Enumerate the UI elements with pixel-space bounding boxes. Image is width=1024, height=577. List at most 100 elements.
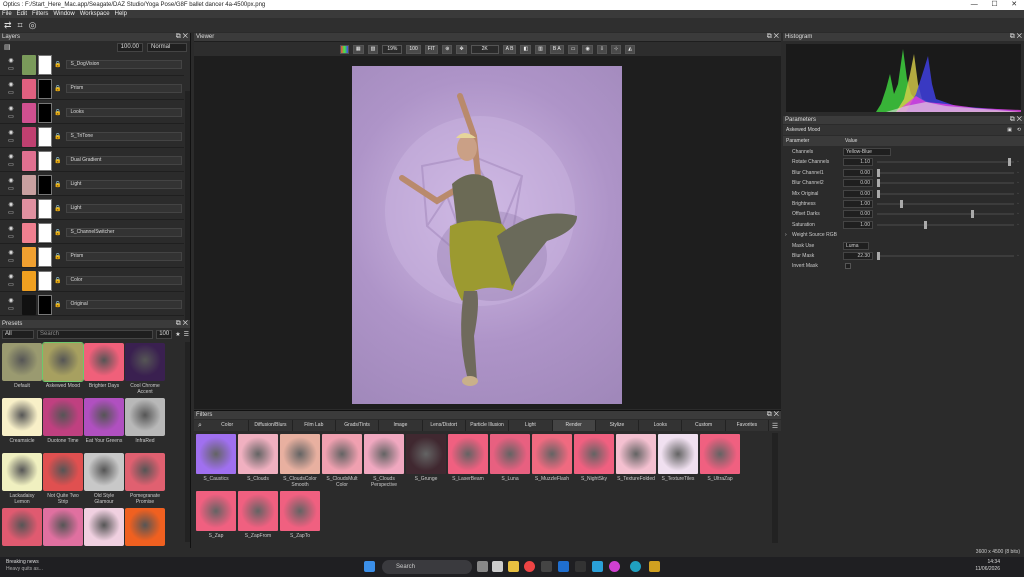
- layer-visibility-icon[interactable]: ◉: [8, 177, 13, 184]
- layer-row[interactable]: ◉ ▭ 🔒 Original: [0, 294, 184, 316]
- layer-mask-thumbnail[interactable]: [38, 222, 52, 243]
- keyframe-icon[interactable]: ◦: [1017, 199, 1019, 209]
- layer-mask-thumbnail[interactable]: [38, 150, 52, 171]
- split-view-icon[interactable]: ▭: [567, 44, 579, 54]
- parameter-slider-track[interactable]: [877, 203, 1014, 205]
- filter-tab[interactable]: Color: [206, 420, 250, 431]
- layer-row[interactable]: ◉ ▭ 🔒 S_ChannelSwitcher: [0, 222, 184, 244]
- filter-item[interactable]: S_Caustics: [196, 434, 236, 484]
- taskbar-search[interactable]: Search: [382, 560, 472, 574]
- news-widget[interactable]: Breaking news Heavy quits as...: [6, 559, 66, 575]
- layer-preview-icon[interactable]: ▭: [8, 113, 14, 120]
- image-canvas[interactable]: [352, 66, 622, 404]
- panel-close-icon[interactable]: ⧉ ✕: [176, 320, 188, 328]
- render-icon[interactable]: ◎: [29, 20, 37, 30]
- opacity-field[interactable]: 100.00: [116, 42, 143, 52]
- menu-window[interactable]: Window: [53, 10, 74, 18]
- blend-mode-select[interactable]: Normal: [147, 42, 187, 52]
- expand-chevron-icon[interactable]: ›: [785, 230, 787, 240]
- parameter-value-field[interactable]: 0.00: [843, 168, 873, 177]
- close-button[interactable]: ✕: [1011, 0, 1017, 10]
- filter-tab[interactable]: Render: [552, 420, 596, 431]
- layer-thumbnail[interactable]: [22, 102, 36, 123]
- compare-icon[interactable]: ▦: [352, 44, 364, 54]
- parameter-slider-handle[interactable]: [877, 168, 880, 177]
- layer-name[interactable]: Original: [66, 300, 182, 309]
- parameter-slider-track[interactable]: [877, 161, 1014, 164]
- filter-tab[interactable]: Diffusion/Blurs: [249, 420, 293, 431]
- layer-name[interactable]: Dual Gradient: [66, 156, 182, 165]
- layer-mask-thumbnail[interactable]: [38, 126, 52, 147]
- filter-tab[interactable]: Light: [509, 420, 553, 431]
- parameter-slider-handle[interactable]: [877, 189, 880, 198]
- parameter-slider-handle[interactable]: [899, 200, 903, 208]
- layer-preview-icon[interactable]: ▭: [8, 305, 14, 312]
- layer-row[interactable]: ◉ ▭ 🔒 S_DogVision: [0, 54, 184, 76]
- zoom-field[interactable]: 19%: [382, 44, 403, 54]
- layer-visibility-icon[interactable]: ◉: [8, 249, 13, 256]
- layer-visibility-icon[interactable]: ◉: [8, 225, 13, 232]
- save-preset-icon[interactable]: ▣: [1007, 125, 1012, 135]
- parameter-value-field[interactable]: 22.30: [843, 252, 873, 260]
- keyframe-icon[interactable]: ◦: [1017, 251, 1019, 261]
- category-select[interactable]: All: [2, 329, 34, 339]
- parameter-slider-handle[interactable]: [923, 220, 927, 229]
- app-icon-1[interactable]: [541, 561, 552, 572]
- parameter-value-field[interactable]: 0.00: [843, 179, 873, 188]
- layer-visibility-icon[interactable]: ◉: [8, 105, 13, 112]
- panel-close-icon[interactable]: ⧉ ✕: [767, 411, 779, 419]
- panel-close-icon[interactable]: ⧉ ✕: [767, 33, 779, 41]
- filter-item[interactable]: S_Clouds: [238, 434, 278, 484]
- layer-name[interactable]: Color: [66, 276, 182, 285]
- parameter-slider-handle[interactable]: [970, 210, 974, 219]
- presets-menu-icon[interactable]: ☰: [184, 331, 189, 338]
- layer-mask-thumbnail[interactable]: [38, 54, 52, 75]
- layer-preview-icon[interactable]: ▭: [8, 161, 14, 168]
- filter-item[interactable]: S_Zap: [196, 491, 236, 541]
- filter-search-icon[interactable]: ⌕: [194, 422, 206, 430]
- layer-row[interactable]: ◉ ▭ 🔒 Prism: [0, 78, 184, 100]
- layer-name[interactable]: Looks: [66, 108, 182, 117]
- system-clock[interactable]: 14:34 11/06/2026: [975, 559, 1000, 573]
- widgets-icon[interactable]: [492, 561, 503, 572]
- layer-lock-icon[interactable]: 🔒: [54, 157, 61, 164]
- panel-close-icon[interactable]: ⧉ ✕: [1010, 116, 1022, 124]
- ba-compare-button[interactable]: B A: [549, 44, 564, 54]
- layer-thumbnail[interactable]: [22, 294, 36, 315]
- parameter-slider-track[interactable]: [877, 171, 1014, 174]
- layer-preview-icon[interactable]: ▭: [8, 209, 14, 216]
- parameter-value-field[interactable]: 1.00: [843, 220, 873, 229]
- preset-item[interactable]: Eat Your Greens: [84, 398, 124, 450]
- keyframe-icon[interactable]: ◦: [1017, 220, 1019, 230]
- preset-item[interactable]: Old Style Glamour: [84, 453, 124, 505]
- filters-scrollbar[interactable]: [772, 433, 778, 543]
- layer-lock-icon[interactable]: 🔒: [54, 301, 61, 308]
- filter-item[interactable]: S_ZapTo: [280, 491, 320, 541]
- filter-item[interactable]: S_CloudsMult Color: [322, 434, 362, 488]
- layer-row[interactable]: ◉ ▭ 🔒 Light: [0, 174, 184, 196]
- wipe-icon[interactable]: ▥: [535, 44, 546, 54]
- layer-name[interactable]: S_TriTone: [66, 132, 182, 141]
- layer-thumbnail[interactable]: [22, 222, 36, 243]
- zoom-icon[interactable]: ⊕: [442, 44, 453, 54]
- layer-lock-icon[interactable]: 🔒: [54, 253, 61, 260]
- favorite-star-icon[interactable]: ★: [175, 331, 180, 338]
- parameter-select[interactable]: Yellow-Blue: [843, 148, 891, 156]
- crop-icon[interactable]: ⌗: [18, 20, 23, 30]
- filter-item[interactable]: S_NightSky: [574, 434, 614, 484]
- filter-item[interactable]: S_LaserBeam: [448, 434, 488, 484]
- filter-tab[interactable]: Particle Illusion: [466, 420, 510, 431]
- layer-visibility-icon[interactable]: ◉: [8, 153, 13, 160]
- preset-size-field[interactable]: 100: [156, 329, 173, 339]
- layer-visibility-icon[interactable]: ◉: [8, 201, 13, 208]
- layer-lock-icon[interactable]: 🔒: [54, 133, 61, 140]
- layer-thumbnail[interactable]: [22, 246, 36, 267]
- layer-name[interactable]: Light: [66, 180, 182, 189]
- layer-row[interactable]: ◉ ▭ 🔒 Looks: [0, 102, 184, 124]
- histogram-toggle-icon[interactable]: ◭: [625, 44, 636, 54]
- app-icon-6[interactable]: [630, 561, 641, 572]
- task-view-icon[interactable]: [477, 561, 488, 572]
- keyframe-icon[interactable]: ◦: [1017, 189, 1019, 199]
- layers-scrollbar[interactable]: [185, 91, 190, 341]
- reset-preset-icon[interactable]: ⟲: [1017, 125, 1021, 135]
